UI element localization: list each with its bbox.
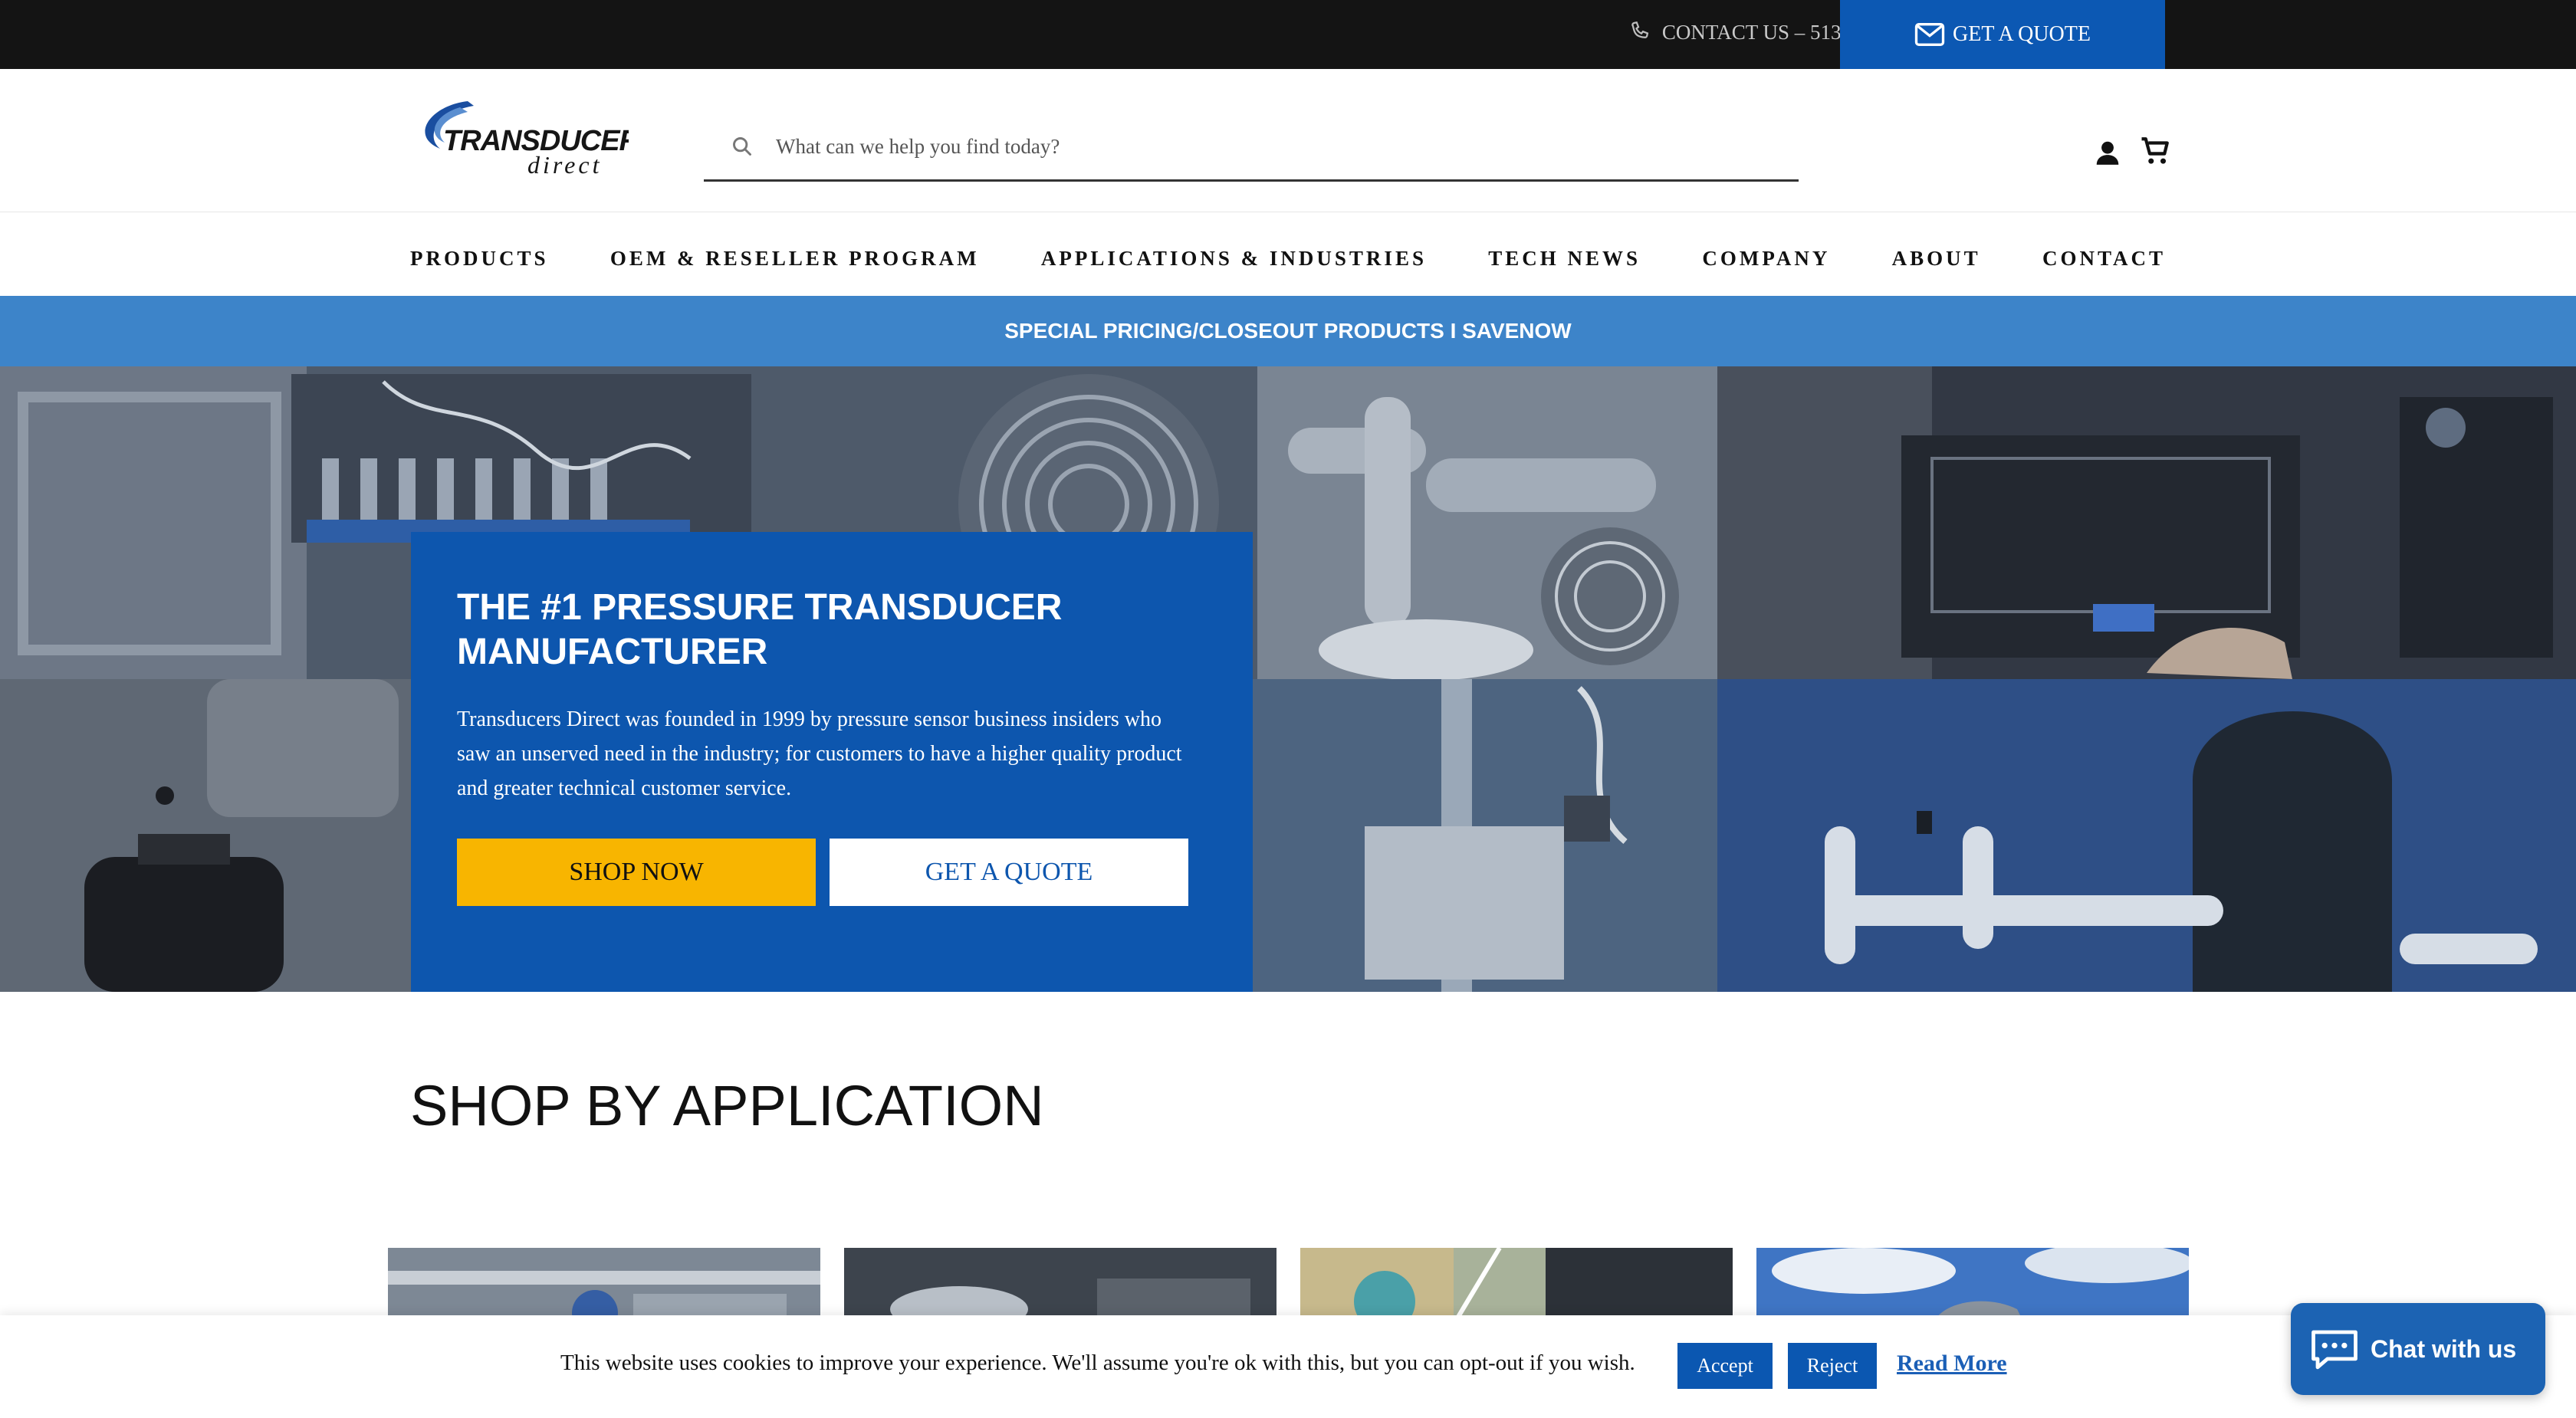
user-icon[interactable] — [2093, 138, 2122, 167]
cookie-read-more-link[interactable]: Read More — [1897, 1351, 2007, 1377]
nav-item-company[interactable]: COMPANY — [1702, 247, 1830, 271]
hero-tile-ducts — [1257, 366, 1717, 681]
application-card-image — [388, 1248, 820, 1324]
application-card-image — [1300, 1248, 1733, 1324]
promo-label: SPECIAL PRICING/CLOSEOUT PRODUCTS I SAVE… — [1004, 319, 1572, 343]
nav-item-tech-news[interactable]: TECH NEWS — [1488, 247, 1641, 271]
search-bar — [704, 113, 1799, 182]
hero-tile-printer — [1717, 366, 2576, 679]
chat-label: Chat with us — [2371, 1334, 2517, 1363]
hero-tile-tank — [0, 679, 429, 992]
application-card-image — [844, 1248, 1276, 1324]
hero-description: Transducers Direct was founded in 1999 b… — [457, 707, 1182, 800]
nav-item-applications[interactable]: APPLICATIONS & INDUSTRIES — [1041, 247, 1427, 271]
application-card[interactable] — [1300, 1248, 1733, 1324]
chat-bubble-icon — [2312, 1330, 2358, 1370]
cookie-accept-button[interactable]: Accept — [1677, 1343, 1773, 1389]
search-icon[interactable] — [731, 136, 753, 157]
shop-by-application-heading: SHOP BY APPLICATION — [410, 1074, 1044, 1137]
get-quote-top-button[interactable]: GET A QUOTE — [1840, 0, 2165, 69]
promo-banner[interactable]: SPECIAL PRICING/CLOSEOUT PRODUCTS I SAVE… — [0, 296, 2576, 366]
hero-title: THE #1 PRESSURE TRANSDUCER MANUFACTURER — [457, 587, 1063, 672]
get-quote-top-label: GET A QUOTE — [1953, 22, 2091, 46]
hero-banner — [0, 366, 2576, 992]
search-input[interactable] — [774, 133, 1697, 159]
application-card-image — [1756, 1248, 2189, 1324]
phone-icon — [1631, 21, 1649, 38]
site-logo[interactable]: TRANSDUCERS direct — [414, 92, 659, 184]
get-quote-hero-button[interactable]: GET A QUOTE — [830, 839, 1188, 906]
hero-collage-image — [0, 366, 2576, 992]
hero-tile-pool-filter — [1717, 679, 2576, 992]
main-nav: PRODUCTS OEM & RESELLER PROGRAM APPLICAT… — [410, 222, 2166, 294]
nav-item-about[interactable]: ABOUT — [1892, 247, 1981, 271]
top-bar — [0, 0, 2576, 69]
cookie-reject-button[interactable]: Reject — [1788, 1343, 1877, 1389]
hero-tile-lab — [1253, 679, 1717, 992]
logo-sub-text: direct — [527, 151, 602, 179]
hero-card: THE #1 PRESSURE TRANSDUCER MANUFACTURER … — [411, 532, 1253, 992]
cart-icon[interactable] — [2139, 135, 2171, 167]
nav-item-products[interactable]: PRODUCTS — [410, 247, 549, 271]
application-card[interactable] — [1756, 1248, 2189, 1324]
shop-now-button[interactable]: SHOP NOW — [457, 839, 816, 906]
mail-icon — [1914, 23, 1945, 46]
chat-widget-button[interactable]: Chat with us — [2291, 1303, 2545, 1395]
application-card[interactable] — [388, 1248, 820, 1324]
nav-item-oem-reseller[interactable]: OEM & RESELLER PROGRAM — [610, 247, 980, 271]
application-card[interactable] — [844, 1248, 1276, 1324]
nav-item-contact[interactable]: CONTACT — [2042, 247, 2166, 271]
cookie-message: This website uses cookies to improve you… — [560, 1351, 1635, 1375]
logo-swoosh-icon: TRANSDUCERS direct — [425, 101, 659, 179]
